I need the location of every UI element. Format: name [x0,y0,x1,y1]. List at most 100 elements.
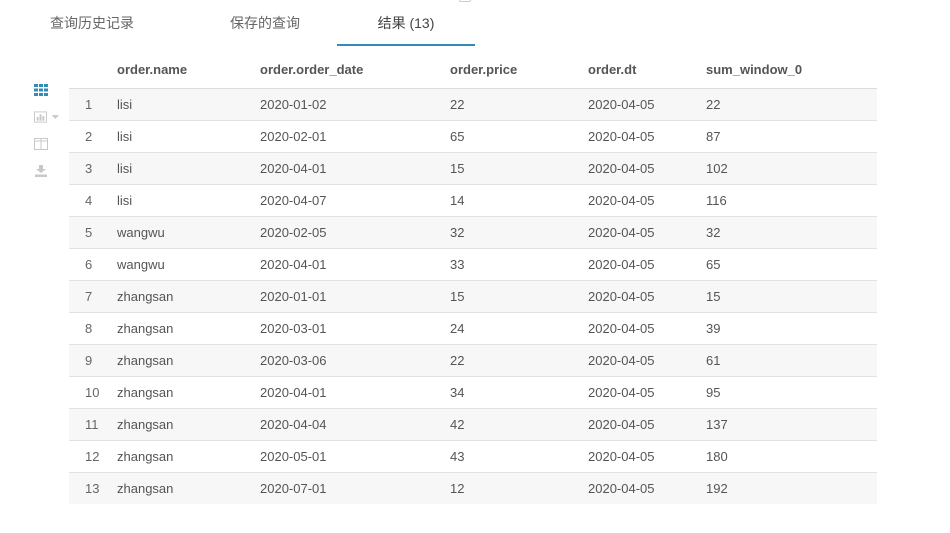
row-number: 1 [69,88,117,121]
cell-order-price: 34 [450,376,588,409]
table-row[interactable]: 1 lisi 2020-01-02 22 2020-04-05 22 [69,88,877,121]
table-row[interactable]: 7 zhangsan 2020-01-01 15 2020-04-05 15 [69,280,877,313]
cell-order-price: 24 [450,312,588,345]
column-header-index[interactable] [69,50,117,89]
tab-bar: 查询历史记录 保存的查询 结果 (13) [30,0,475,46]
cell-sum-window: 116 [706,184,877,217]
row-number: 2 [69,120,117,153]
row-number: 6 [69,248,117,281]
cell-order-name: zhangsan [117,344,260,377]
grid-icon [34,84,48,96]
cell-order-dt: 2020-04-05 [588,408,706,441]
cell-order-dt: 2020-04-05 [588,216,706,249]
column-header-order-name[interactable]: order.name [117,50,260,89]
cell-order-price: 22 [450,344,588,377]
table-row[interactable]: 9 zhangsan 2020-03-06 22 2020-04-05 61 [69,344,877,377]
table-row[interactable]: 6 wangwu 2020-04-01 33 2020-04-05 65 [69,248,877,281]
column-header-order-date[interactable]: order.order_date [260,50,450,89]
cell-order-name: zhangsan [117,376,260,409]
chart-icon [34,111,60,123]
cell-order-date: 2020-07-01 [260,472,450,504]
row-number: 9 [69,344,117,377]
cell-order-name: zhangsan [117,472,260,504]
cell-order-dt: 2020-04-05 [588,280,706,313]
cell-sum-window: 180 [706,440,877,473]
row-number: 10 [69,376,117,409]
cell-order-name: wangwu [117,248,260,281]
results-panel: 查询历史记录 保存的查询 结果 (13) order.name order.or… [0,0,950,533]
cell-order-dt: 2020-04-05 [588,248,706,281]
cell-order-name: lisi [117,88,260,121]
cell-sum-window: 192 [706,472,877,504]
cell-order-price: 65 [450,120,588,153]
cell-order-price: 32 [450,216,588,249]
cell-sum-window: 137 [706,408,877,441]
cell-sum-window: 95 [706,376,877,409]
cell-order-price: 15 [450,280,588,313]
tab-results-label: 结果 (13) [377,15,435,31]
row-number: 5 [69,216,117,249]
table-row[interactable]: 12 zhangsan 2020-05-01 43 2020-04-05 180 [69,440,877,473]
cell-order-date: 2020-04-07 [260,184,450,217]
cell-order-name: wangwu [117,216,260,249]
row-number: 12 [69,440,117,473]
cell-order-name: zhangsan [117,440,260,473]
column-header-order-price[interactable]: order.price [450,50,588,89]
tab-results[interactable]: 结果 (13) [337,0,475,46]
table-row[interactable]: 10 zhangsan 2020-04-01 34 2020-04-05 95 [69,376,877,409]
cell-sum-window: 15 [706,280,877,313]
cell-order-date: 2020-01-02 [260,88,450,121]
cell-order-price: 22 [450,88,588,121]
tab-query-history[interactable]: 查询历史记录 [30,0,190,46]
cell-order-date: 2020-01-01 [260,280,450,313]
column-header-order-dt[interactable]: order.dt [588,50,706,89]
cell-order-dt: 2020-04-05 [588,344,706,377]
row-number: 11 [69,408,117,441]
row-number: 13 [69,472,117,504]
table-row[interactable]: 11 zhangsan 2020-04-04 42 2020-04-05 137 [69,408,877,441]
cell-order-dt: 2020-04-05 [588,440,706,473]
cell-order-date: 2020-02-05 [260,216,450,249]
cell-order-name: lisi [117,120,260,153]
cell-sum-window: 32 [706,216,877,249]
cell-order-price: 33 [450,248,588,281]
cell-order-date: 2020-05-01 [260,440,450,473]
grid-view-button[interactable] [34,78,60,102]
cell-order-name: zhangsan [117,312,260,345]
cell-order-dt: 2020-04-05 [588,472,706,504]
tab-saved-queries-label: 保存的查询 [230,15,300,31]
cell-sum-window: 61 [706,344,877,377]
table-row[interactable]: 13 zhangsan 2020-07-01 12 2020-04-05 192 [69,472,877,504]
download-icon [35,165,47,177]
cell-order-dt: 2020-04-05 [588,376,706,409]
table-row[interactable]: 3 lisi 2020-04-01 15 2020-04-05 102 [69,152,877,185]
columns-button[interactable] [34,132,60,156]
cell-sum-window: 22 [706,88,877,121]
cell-order-dt: 2020-04-05 [588,88,706,121]
row-number: 4 [69,184,117,217]
cell-order-dt: 2020-04-05 [588,184,706,217]
cell-order-date: 2020-04-01 [260,152,450,185]
header-row: order.name order.order_date order.price … [69,50,877,89]
columns-icon [34,138,48,150]
download-button[interactable] [34,159,60,183]
cell-order-dt: 2020-04-05 [588,152,706,185]
cell-order-dt: 2020-04-05 [588,312,706,345]
cell-sum-window: 102 [706,152,877,185]
cell-order-price: 12 [450,472,588,504]
cell-order-dt: 2020-04-05 [588,120,706,153]
result-view-toolbar [34,78,64,186]
row-number: 8 [69,312,117,345]
cell-order-date: 2020-02-01 [260,120,450,153]
table-row[interactable]: 2 lisi 2020-02-01 65 2020-04-05 87 [69,120,877,153]
table-row[interactable]: 4 lisi 2020-04-07 14 2020-04-05 116 [69,184,877,217]
cell-order-name: lisi [117,184,260,217]
chart-view-button[interactable] [34,105,60,129]
column-header-sum-window[interactable]: sum_window_0 [706,50,877,89]
table-row[interactable]: 8 zhangsan 2020-03-01 24 2020-04-05 39 [69,312,877,345]
table-row[interactable]: 5 wangwu 2020-02-05 32 2020-04-05 32 [69,216,877,249]
tab-saved-queries[interactable]: 保存的查询 [193,0,337,46]
cell-sum-window: 39 [706,312,877,345]
row-number: 3 [69,152,117,185]
cell-order-price: 14 [450,184,588,217]
